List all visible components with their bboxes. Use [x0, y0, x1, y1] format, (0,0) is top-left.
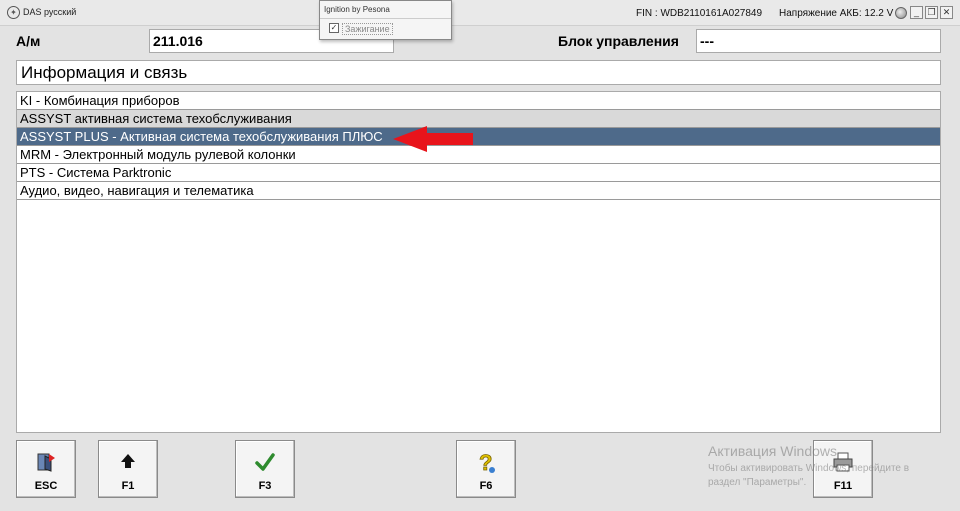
popup-title: Ignition by Pesona: [324, 5, 390, 14]
esc-label: ESC: [34, 480, 58, 492]
fin-readout: FIN : WDB2110161A027849: [636, 8, 763, 19]
f3-button[interactable]: F3: [235, 440, 295, 498]
popup-divider: [320, 18, 451, 19]
control-unit-list: KI - Комбинация приборов ASSYST активная…: [16, 91, 941, 433]
f3-label: F3: [258, 480, 272, 492]
checkmark-icon: [236, 451, 294, 478]
list-item-pts[interactable]: PTS - Система Parktronic: [17, 164, 940, 182]
windows-activation-watermark: Активация Windows Чтобы активировать Win…: [708, 443, 909, 490]
watermark-title: Активация Windows: [708, 443, 838, 459]
gauge-icon: [895, 7, 907, 19]
f6-label: F6: [479, 480, 493, 492]
list-item-mrm[interactable]: MRM - Электронный модуль рулевой колонки: [17, 146, 940, 164]
close-button[interactable]: ✕: [940, 6, 953, 19]
exit-door-icon: [17, 451, 75, 478]
mercedes-logo-icon: ✦: [7, 6, 20, 19]
restore-button[interactable]: ❐: [925, 6, 938, 19]
list-item-assyst-plus[interactable]: ASSYST PLUS - Активная система техобслуж…: [17, 128, 940, 146]
esc-button[interactable]: ESC: [16, 440, 76, 498]
red-arrow-icon: [393, 126, 473, 152]
f6-button[interactable]: ? F6: [456, 440, 516, 498]
minimize-button[interactable]: _: [910, 6, 923, 19]
group-title: Информация и связь: [16, 60, 941, 85]
arrow-up-icon: [99, 451, 157, 476]
control-unit-field: ---: [696, 29, 941, 53]
window-title: DAS русский: [23, 7, 77, 17]
watermark-line-1: Чтобы активировать Windows, перейдите в: [708, 463, 910, 474]
list-item-assyst[interactable]: ASSYST активная система техобслуживания: [17, 110, 940, 128]
control-unit-label: Блок управления: [558, 33, 679, 49]
help-question-icon: ?: [457, 450, 515, 480]
watermark-line-2: раздел "Параметры".: [708, 477, 807, 488]
list-item-ki[interactable]: KI - Комбинация приборов: [17, 92, 940, 110]
f1-label: F1: [121, 480, 135, 492]
vehicle-model-label: А/м: [16, 33, 41, 49]
list-item-audio[interactable]: Аудио, видео, навигация и телематика: [17, 182, 940, 200]
ignition-checkbox-label[interactable]: Зажигание: [342, 23, 393, 35]
battery-voltage-readout: Напряжение АКБ: 12.2 V: [779, 8, 894, 19]
title-bar: ✦ DAS русский FIN : WDB2110161A027849 На…: [0, 0, 960, 26]
ignition-checkbox[interactable]: ✓: [329, 23, 339, 33]
f1-button[interactable]: F1: [98, 440, 158, 498]
ignition-popup: Ignition by Pesona ✓ Зажигание: [319, 0, 452, 40]
